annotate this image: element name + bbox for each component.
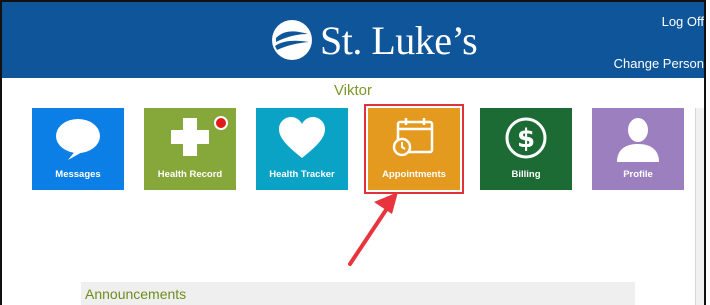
messages-tile[interactable]: Messages (32, 108, 124, 190)
announcements-section: Announcements (81, 282, 635, 305)
vertical-scrollbar[interactable] (695, 108, 704, 305)
tile-label: Messages (55, 169, 101, 180)
change-person-link[interactable]: Change Person (614, 56, 704, 71)
app-frame: St. Luke’s Log Off Change Person Viktor … (0, 0, 706, 305)
dollar-icon: $ (480, 116, 572, 160)
announcements-title: Announcements (85, 286, 187, 302)
person-silhouette-icon (592, 116, 684, 164)
current-user-name: Viktor (333, 82, 373, 99)
wave-logo-icon (272, 20, 312, 60)
tile-label: Health Tracker (269, 169, 335, 180)
tile-label: Profile (623, 169, 653, 180)
tile-label: Billing (511, 169, 541, 180)
health-tracker-tile[interactable]: Health Tracker (256, 108, 348, 190)
speech-bubble-icon (32, 116, 124, 162)
profile-tile[interactable]: Profile (592, 108, 684, 190)
health-record-tile[interactable]: Health Record (144, 108, 236, 190)
header-bar: St. Luke’s Log Off Change Person (2, 2, 704, 78)
brand-logo[interactable]: St. Luke’s (270, 12, 478, 68)
billing-tile[interactable]: $ Billing (480, 108, 572, 190)
notification-badge (214, 116, 228, 130)
log-off-link[interactable]: Log Off (662, 14, 704, 29)
calendar-clock-icon (368, 116, 460, 158)
tile-label: Appointments (382, 169, 446, 180)
brand-name: St. Luke’s (320, 17, 478, 63)
heart-icon (256, 116, 348, 160)
svg-text:$: $ (517, 124, 535, 154)
tile-label: Health Record (157, 169, 223, 180)
appointments-tile[interactable]: Appointments (364, 104, 464, 194)
